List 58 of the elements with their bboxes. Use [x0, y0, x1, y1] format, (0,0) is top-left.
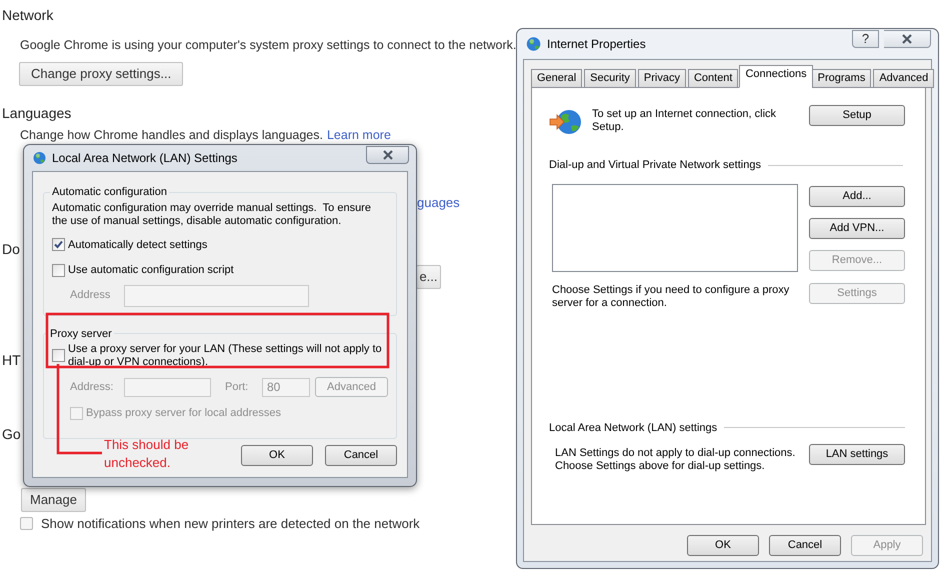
checkbox-label: Bypass proxy server for local addresses — [86, 406, 282, 421]
section-heading: HT — [2, 351, 21, 370]
link-text[interactable]: guages — [417, 193, 460, 212]
section-heading: Network — [2, 6, 54, 25]
dialog-button[interactable]: OK — [241, 445, 313, 466]
checkbox[interactable] — [52, 238, 65, 252]
window-title: Local Area Network (LAN) Settings — [52, 150, 238, 167]
tab[interactable]: Privacy — [638, 69, 686, 88]
globe-icon — [524, 35, 542, 53]
settings-button[interactable]: e... — [416, 265, 441, 289]
description-text: Choose Settings above for dial-up settings. — [555, 460, 766, 473]
field-label: Address: — [70, 380, 114, 395]
tab[interactable]: Connections — [739, 65, 813, 88]
description-text: Change how Chrome handles and displays languages. — [20, 128, 323, 143]
learn-more-link[interactable]: Learn more — [326, 128, 391, 143]
section-heading: Local Area Network (LAN) settings — [549, 420, 718, 436]
lan-settings-button[interactable]: LAN settings — [809, 444, 905, 465]
description-text: LAN Settings do not apply to dial-up connections. — [555, 447, 796, 460]
section-heading: Do — [2, 240, 20, 259]
section-heading: Go — [2, 425, 21, 444]
settings-button[interactable]: Manage — [21, 488, 86, 512]
group-label: Automatic configuration — [51, 185, 168, 200]
dialog-button[interactable]: OK — [687, 535, 759, 556]
tab[interactable]: Content — [688, 69, 738, 88]
setup-button[interactable]: Setup — [809, 105, 905, 126]
tab[interactable]: Advanced — [873, 69, 934, 88]
tab[interactable]: Programs — [812, 69, 872, 88]
close-button[interactable] — [884, 30, 931, 48]
checkbox[interactable] — [20, 517, 33, 530]
annotation-note: This should be unchecked. — [104, 436, 190, 472]
description-text: Automatic configuration may override manual settings. To ensure the use of manual settings, disable automatic configuration. — [52, 202, 372, 228]
checkbox[interactable] — [52, 349, 65, 362]
field-label: Port: — [225, 380, 250, 395]
checkbox-label: Show notifications when new printers are detected on the network — [41, 515, 420, 533]
close-button[interactable] — [366, 146, 409, 164]
dialog-button[interactable]: Cancel — [769, 535, 841, 556]
section-heading: Dial-up and Virtual Private Network settings — [549, 158, 761, 173]
help-button[interactable]: ? — [852, 30, 879, 48]
close-icon — [901, 34, 913, 44]
dialog-button[interactable]: Add... — [809, 186, 905, 206]
section-heading: Languages — [2, 104, 72, 123]
description-text: Choose Settings if you need to configure a proxy server for a connection. — [552, 284, 790, 310]
globe-arrow-icon — [549, 107, 583, 137]
globe-icon — [31, 150, 47, 166]
dialog-button[interactable]: Add VPN... — [809, 218, 905, 238]
close-icon — [382, 150, 394, 160]
checkbox-label: Use automatic configuration script — [68, 263, 234, 278]
dialog-button[interactable]: Cancel — [325, 445, 397, 466]
window-title: Internet Properties — [547, 36, 646, 53]
tab[interactable]: General — [531, 69, 582, 88]
checkbox[interactable] — [52, 264, 65, 277]
checkbox-label: Automatically detect settings — [68, 238, 208, 252]
group-label: Proxy server — [49, 326, 113, 342]
tab[interactable]: Security — [584, 69, 636, 88]
field-label: Address — [70, 288, 112, 304]
change-proxy-button[interactable]: Change proxy settings... — [19, 62, 184, 86]
checkbox-label: Use a proxy server for your LAN (These settings will not apply to dial-up or VPN connections). — [68, 343, 383, 369]
setup-text: To set up an Internet connection, click Setup. — [592, 108, 778, 134]
